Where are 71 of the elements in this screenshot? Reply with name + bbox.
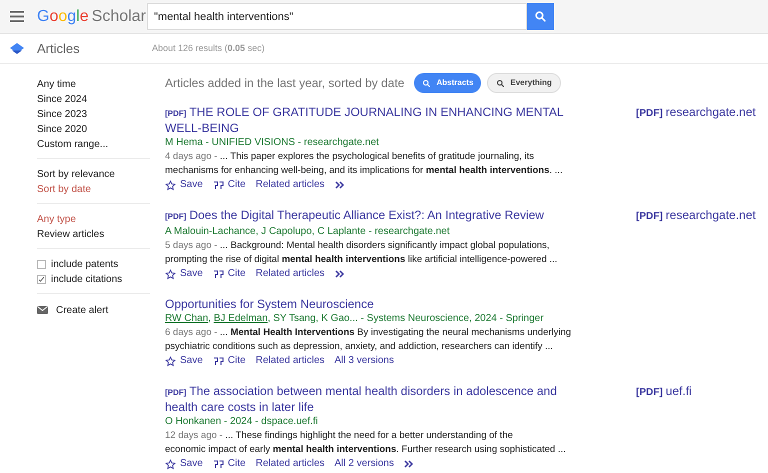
result-action-link[interactable]: All 2 versions [334, 457, 394, 471]
double-chevron-icon[interactable] [334, 270, 345, 278]
checkbox[interactable] [37, 275, 46, 284]
search-icon [496, 78, 506, 88]
filter-chip[interactable]: Abstracts [414, 73, 482, 93]
result-action-link[interactable]: Save [165, 457, 203, 471]
filter-link[interactable]: Custom range... [37, 137, 108, 152]
quote-icon [212, 460, 224, 468]
result-title-link[interactable]: [PDF] Does the Digital Therapeutic Alliance Exist?: An Integrative Review [165, 208, 565, 224]
pdf-link[interactable]: [PDF] uef.fi [636, 384, 692, 471]
result-authors: O Honkanen - 2024 - dspace.uef.fi [165, 415, 319, 428]
result-action-link[interactable]: Cite [212, 267, 246, 281]
checkbox-option[interactable]: include citations [37, 272, 150, 287]
result-action-link[interactable]: Cite [212, 354, 246, 368]
filter-link[interactable]: Since 2020 [37, 122, 88, 137]
filter-link[interactable]: Since 2023 [37, 107, 88, 122]
result-action-link[interactable]: Related articles [256, 457, 325, 471]
filter-link[interactable]: Any time [37, 77, 76, 92]
result-snippet: 12 days ago - ... These findings highlight the need for a better understanding of the economic impact of early mental health interventions. Further research using sophisticated ... [165, 429, 567, 456]
result-title-link[interactable]: [PDF] The association between mental health disorders in adolescence and health care costs in later life [165, 384, 565, 414]
result-snippet: 6 days ago - ... Mental Health Interventions By investigating the neural mechanisms underlying psychiatric conditions such as depression, anxiety, and addiction, researchers can identify ... [165, 326, 572, 353]
result-authors: RW Chan, BJ Edelman, SY Tsang, K Gao... - Systems Neuroscience, 2024 - Springer [165, 312, 545, 325]
result-snippet: 5 days ago - ... Background: Mental health disorders significantly impact global populations, prompting the rise of digital mental health interventions like artificial intelligence-powered ... [165, 239, 558, 266]
filter-link[interactable]: Since 2024 [37, 92, 88, 107]
envelope-icon [37, 306, 48, 314]
results-count: About 126 results (0.05 sec) [152, 42, 265, 55]
quote-icon [212, 270, 224, 278]
author-link[interactable]: BJ Edelman [214, 313, 268, 324]
search-icon [534, 10, 547, 23]
checkmark-icon [38, 275, 45, 284]
filter-link[interactable]: Sort by relevance [37, 167, 115, 182]
result-authors: M Hema - UNIFIED VISIONS - researchgate.net [165, 136, 380, 149]
result-action-link[interactable]: Save [165, 178, 203, 192]
filter-link[interactable]: Any type [37, 212, 76, 227]
checkbox[interactable] [37, 260, 46, 269]
result-action-link[interactable]: Cite [212, 178, 246, 192]
result-title-link[interactable]: [PDF] THE ROLE OF GRATITUDE JOURNALING IN ENHANCING MENTAL WELL-BEING [165, 105, 565, 135]
filter-chip[interactable]: Everything [487, 73, 561, 93]
result-snippet: 4 days ago - ... This paper explores the psychological benefits of gratitude journaling, its mechanisms for enhancing well-being, and its implications for mental health interventions. ... [165, 150, 564, 177]
search-field[interactable]: "mental health interventions" [147, 3, 527, 30]
checkbox-option[interactable]: include patents [37, 257, 150, 272]
result-action-link[interactable]: Save [165, 267, 203, 281]
filter-link[interactable]: Review articles [37, 227, 104, 242]
quote-icon [212, 356, 224, 366]
double-chevron-icon[interactable] [404, 460, 414, 468]
result-action-link[interactable]: All 3 versions [334, 354, 394, 368]
quote-icon [212, 180, 224, 190]
result-action-link[interactable]: Related articles [256, 178, 325, 192]
pdf-link[interactable]: [PDF] researchgate.net [636, 208, 756, 281]
author-link[interactable]: RW Chan [165, 313, 208, 324]
stacked-layers-icon [10, 42, 24, 54]
search-icon [422, 78, 432, 88]
result-title-link[interactable]: Opportunities for System Neuroscience [165, 297, 565, 311]
star-icon [165, 356, 176, 366]
result-authors: A Malouin-Lachance, J Capolupo, C Laplante - researchgate.net [165, 225, 451, 238]
section-title: Articles [37, 40, 81, 58]
star-icon [165, 180, 176, 190]
star-icon [165, 458, 176, 470]
google-scholar-logo[interactable]: Google Scholar [37, 6, 147, 26]
filter-link[interactable]: Sort by date [37, 182, 91, 197]
result-action-link[interactable]: Related articles [256, 267, 325, 281]
results-heading: Articles added in the last year, sorted by date [165, 75, 404, 92]
double-chevron-icon[interactable] [334, 181, 345, 189]
search-button[interactable] [527, 3, 554, 30]
result-action-link[interactable]: Related articles [256, 354, 325, 368]
menu-icon[interactable] [10, 11, 24, 22]
result-action-link[interactable]: Save [165, 354, 203, 368]
pdf-link[interactable]: [PDF] researchgate.net [636, 105, 756, 192]
create-alert-link[interactable]: Create alert [37, 302, 150, 318]
result-action-link[interactable]: Cite [212, 457, 246, 471]
star-icon [165, 268, 176, 280]
